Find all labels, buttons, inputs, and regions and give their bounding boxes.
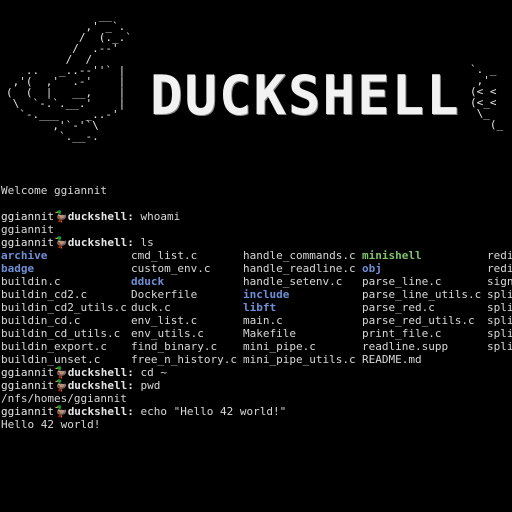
ls-file: spli (487, 327, 512, 340)
prompt-host: duckshell (67, 379, 128, 392)
command-text: pwd (140, 379, 161, 392)
command-output: ggiannit (1, 223, 54, 236)
duck-icon: 🦆 (53, 366, 68, 379)
prompt-user: ggiannit (1, 405, 54, 418)
command-text: echo "Hello 42 world!" (140, 405, 287, 418)
prompt-host: duckshell (67, 210, 128, 223)
ls-row: archive cmd_list.c handle_commands.c minish… (1, 249, 512, 262)
ls-file: parse_red_utils.c (362, 314, 475, 327)
ls-file: env_list.c (131, 314, 198, 327)
ls-row: badge custom_env.c handle_readline.c obj red… (1, 262, 512, 275)
duck-icon: 🦆 (53, 405, 68, 418)
ls-directory: obj (362, 262, 382, 275)
ls-directory: dduck (131, 275, 165, 288)
prompt-line: ggiannit🦆duckshell: whoami (1, 210, 512, 223)
ls-file: buildin_cd_utils.c (1, 327, 121, 340)
ls-file: find_binary.c (131, 340, 218, 353)
prompt-line: ggiannit🦆duckshell: echo "Hello 42 world… (1, 405, 512, 418)
duckshell-logo: DUCKSHELL (150, 64, 461, 127)
ls-file: spli (487, 301, 512, 314)
ls-file: README.md (362, 353, 422, 366)
prompt-separator: : (127, 210, 134, 223)
prompt-line: ggiannit🦆duckshell: ls (1, 236, 512, 249)
duck-icon: 🦆 (53, 210, 68, 223)
prompt-line: ggiannit🦆duckshell: cd ~ (1, 366, 512, 379)
ls-file: mini_pipe.c (243, 340, 316, 353)
ls-file: parse_line.c (362, 275, 442, 288)
ls-file: custom_env.c (131, 262, 211, 275)
ls-file: mini_pipe_utils.c (243, 353, 356, 366)
ls-file: main.c (243, 314, 283, 327)
duck-icon: 🦆 (53, 236, 68, 249)
ls-file: Makefile (243, 327, 296, 340)
ls-file: spli (487, 288, 512, 301)
ls-file: duck.c (131, 301, 171, 314)
prompt-user: ggiannit (1, 379, 54, 392)
ls-row: buildin_cd.c env_list.c main.c parse_red_ut… (1, 314, 512, 327)
ls-directory: archive (1, 249, 48, 262)
ls-file: print_file.c (362, 327, 442, 340)
ls-directory: badge (1, 262, 35, 275)
ls-file: handle_commands.c (243, 249, 356, 262)
prompt-separator: : (127, 405, 134, 418)
command-output: /nfs/homes/ggiannit (1, 392, 127, 405)
ls-file: handle_setenv.c (243, 275, 343, 288)
terminal-output[interactable]: Welcome ggiannit ggiannit🦆duckshell: who… (1, 184, 512, 444)
prompt-separator: : (127, 379, 134, 392)
ls-file: redi (487, 262, 512, 275)
command-text: ls (140, 236, 154, 249)
command-text: cd ~ (140, 366, 168, 379)
ls-file: readline.supp (362, 340, 449, 353)
ls-row: buildin_cd_utils.c env_utils.c Makefile pri… (1, 327, 512, 340)
ls-file: cmd_list.c (131, 249, 198, 262)
ls-row: buildin_unset.c free_n_history.c mini_pipe… (1, 353, 512, 366)
ls-file: spli (487, 314, 512, 327)
prompt-separator: : (127, 366, 134, 379)
duck-icon: 🦆 (53, 379, 68, 392)
ls-file: buildin_cd2_utils.c (1, 301, 127, 314)
ls-executable: minishell (362, 249, 422, 262)
ls-file: buildin_cd.c (1, 314, 81, 327)
prompt-host: duckshell (67, 236, 128, 249)
ls-file: handle_readline.c (243, 262, 356, 275)
ls-file: buildin_export.c (1, 340, 107, 353)
prompt-user: ggiannit (1, 210, 54, 223)
command-text: whoami (140, 210, 181, 223)
prompt-host: duckshell (67, 366, 128, 379)
welcome-line: Welcome ggiannit (1, 184, 107, 197)
ls-file: buildin.c (1, 275, 61, 288)
prompt-separator: : (127, 236, 134, 249)
ls-row: buildin.c dduck handle_setenv.c parse_line.… (1, 275, 512, 288)
active-prompt-line[interactable]: ggiannit🦆duckshell: (1, 431, 512, 444)
ls-file: spli (487, 340, 512, 353)
ls-row: buildin_cd2_utils.c duck.c libft parse_red.… (1, 301, 512, 314)
ls-file: free_n_history.c (131, 353, 237, 366)
command-output: Hello 42 world! (1, 418, 101, 431)
ls-file: buildin_unset.c (1, 353, 101, 366)
command-history: ggiannit🦆duckshell: whoami ggiannit ggiann… (1, 210, 512, 431)
ls-file: Dockerfile (131, 288, 198, 301)
ls-row: buildin_export.c find_binary.c mini_pipe.c… (1, 340, 512, 353)
ls-file: buildin_cd2.c (1, 288, 88, 301)
ls-file: env_utils.c (131, 327, 204, 340)
duck-right-ascii-art: `. _ ,' (< < (<_< \_ (_ (470, 63, 504, 131)
ls-directory: libft (243, 301, 277, 314)
ascii-banner: __ ,' _`. / (._.` / .--' / / .. _..--''`… (0, 0, 512, 180)
duck-left-ascii-art: __ ,' _`. / (._.` / .--' / / .. _..--''`… (6, 9, 132, 143)
prompt-user: ggiannit (1, 236, 54, 249)
ls-file: sign (487, 275, 512, 288)
ls-file: parse_line_utils.c (362, 288, 482, 301)
prompt-line: ggiannit🦆duckshell: pwd (1, 379, 512, 392)
prompt-host: duckshell (67, 405, 128, 418)
ls-file: redi (487, 249, 512, 262)
prompt-user: ggiannit (1, 366, 54, 379)
ls-row: buildin_cd2.c Dockerfile include parse_line… (1, 288, 512, 301)
ls-file: parse_red.c (362, 301, 435, 314)
ls-directory: include (243, 288, 290, 301)
